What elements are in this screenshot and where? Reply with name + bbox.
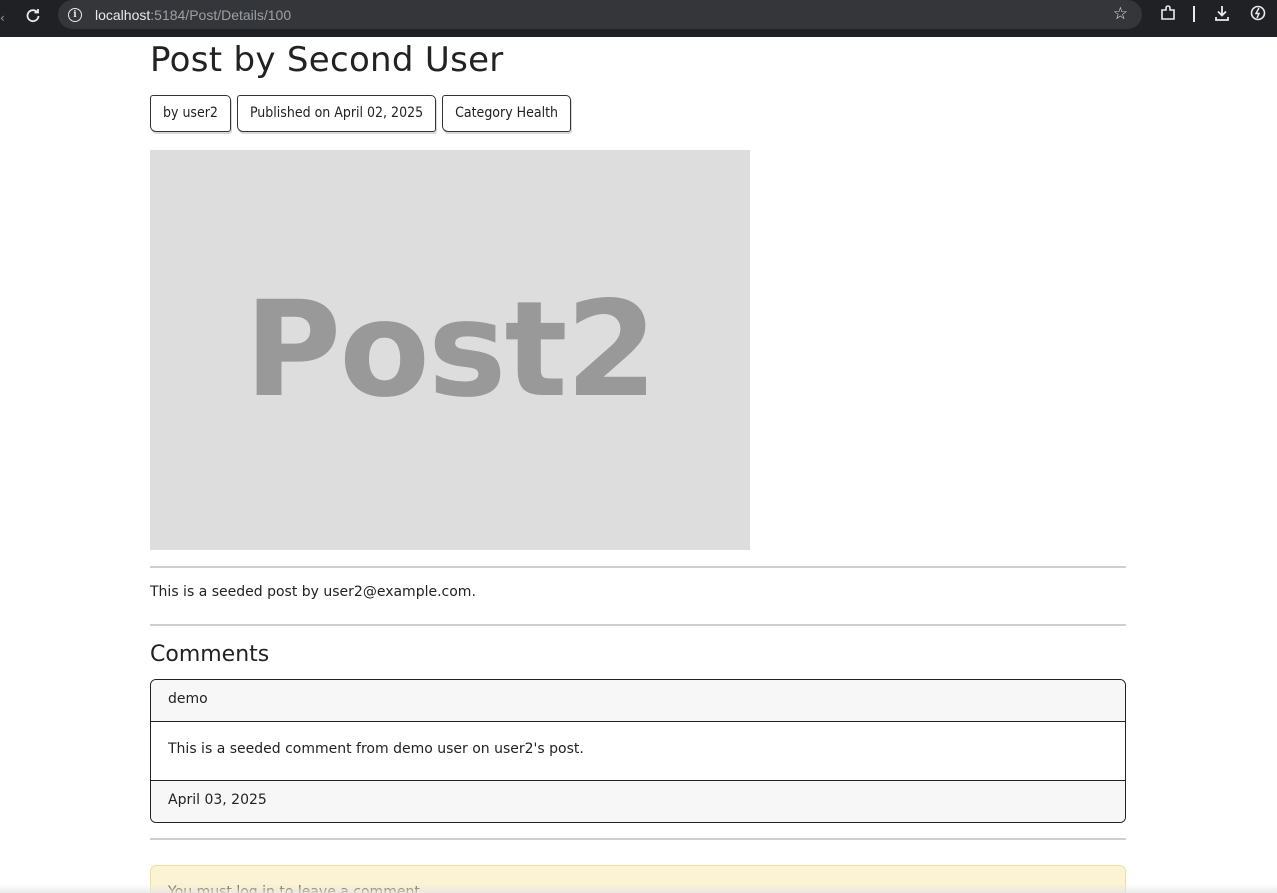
comment-date: April 03, 2025 [151,780,1125,822]
post-image: Post2 [150,150,750,550]
divider [150,566,1126,568]
url-host: localhost [95,6,151,23]
site-info-icon[interactable]: i [68,7,82,22]
post-meta-badges: by user2 Published on April 02, 2025 Cat… [150,95,572,132]
post-image-text: Post2 [244,273,658,427]
divider [150,624,1126,626]
reload-icon[interactable] [22,5,44,27]
post-body: This is a seeded post by user2@example.c… [150,584,476,600]
url-text[interactable]: localhost:5184/Post/Details/100 [95,7,291,23]
divider [150,838,1126,840]
toolbar-separator [1193,6,1195,22]
browser-toolbar: ‹ i localhost:5184/Post/Details/100 ☆ [0,0,1277,37]
published-date-badge: Published on April 02, 2025 [236,95,437,132]
author-badge: by user2 [150,95,231,132]
performance-icon[interactable] [1249,4,1267,22]
comment-author: demo [151,680,1125,722]
comment-text: This is a seeded comment from demo user … [151,722,1125,780]
comment-card: demo This is a seeded comment from demo … [150,679,1126,823]
page-title: Post by Second User [150,40,504,80]
comments-heading: Comments [150,642,270,667]
page-bottom-fade [0,884,1277,893]
extensions-icon[interactable] [1159,4,1177,22]
download-icon[interactable] [1213,4,1231,22]
category-badge: Category Health [442,95,572,132]
address-bar[interactable]: i localhost:5184/Post/Details/100 ☆ [58,0,1142,29]
back-arrow-icon[interactable]: ‹ [0,11,6,25]
url-path: :5184/Post/Details/100 [150,6,292,23]
bookmark-star-icon[interactable]: ☆ [1113,3,1128,25]
